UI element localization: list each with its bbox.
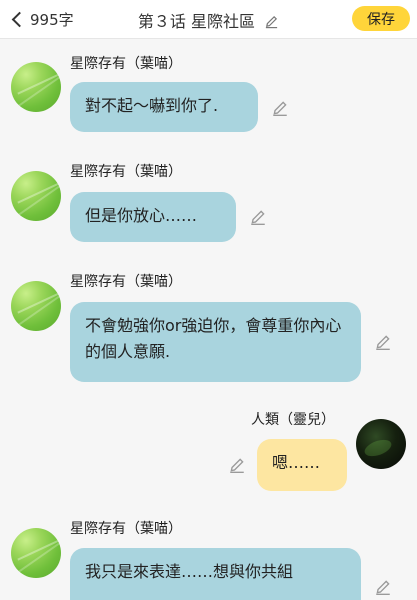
message-bubble[interactable]: 嗯…… <box>257 439 347 491</box>
speaker-name: 星際存有（葉喵） <box>70 164 182 180</box>
back-button[interactable]: 995字 <box>10 7 74 31</box>
message-bubble[interactable]: 不會勉強你or強迫你，會尊重你內心的個人意願. <box>70 302 361 382</box>
message-bubble[interactable]: 我只是來表達……想與你共組 <box>70 548 361 600</box>
speaker-name: 星際存有（葉喵） <box>70 521 182 537</box>
message-bubble[interactable]: 對不起～嚇到你了. <box>70 82 258 132</box>
chevron-left-icon <box>11 11 28 27</box>
word-count: 995字 <box>30 10 74 29</box>
pencil-icon[interactable] <box>228 456 246 474</box>
pencil-icon[interactable] <box>374 578 392 596</box>
avatar[interactable] <box>11 171 61 221</box>
pencil-icon[interactable] <box>374 333 392 351</box>
speaker-name: 星際存有（葉喵） <box>70 274 182 290</box>
avatar[interactable] <box>356 419 406 469</box>
save-button[interactable]: 保存 <box>352 6 410 31</box>
page-title[interactable]: 第３话 星際社區 <box>138 12 255 31</box>
top-bar: 995字 第３话 星際社區 保存 <box>0 0 417 39</box>
avatar[interactable] <box>11 281 61 331</box>
message-bubble[interactable]: 但是你放心…… <box>70 192 236 242</box>
speaker-name: 星際存有（葉喵） <box>70 56 182 72</box>
avatar[interactable] <box>11 62 61 112</box>
avatar[interactable] <box>11 528 61 578</box>
pencil-icon[interactable] <box>271 99 289 117</box>
pencil-icon[interactable] <box>249 208 267 226</box>
pencil-icon[interactable] <box>264 14 279 33</box>
speaker-name: 人類（靈兒） <box>251 412 335 428</box>
